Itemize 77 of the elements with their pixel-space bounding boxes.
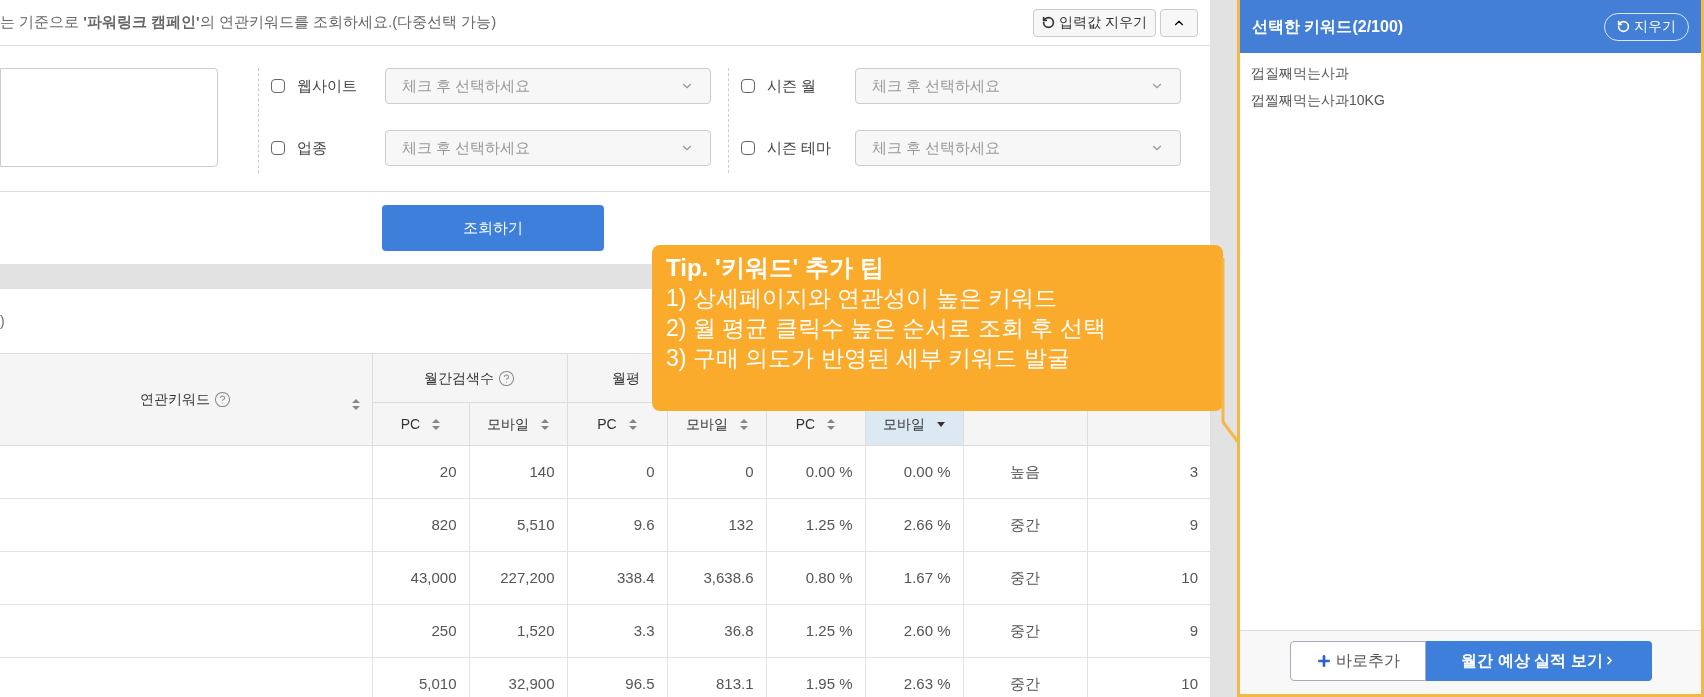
- sort-icon: [541, 418, 549, 430]
- quick-add-button[interactable]: 바로추가: [1289, 640, 1426, 681]
- table-cell: 0: [667, 445, 766, 499]
- sort-icon: [351, 399, 360, 410]
- table-cell: 중간: [963, 657, 1087, 697]
- filter-label: 시즌 월: [767, 75, 818, 96]
- sortable-column-header[interactable]: PC: [372, 402, 469, 446]
- table-header-cell: 월간검색수: [372, 353, 567, 403]
- table-cell: 227,200: [469, 551, 567, 605]
- table-cell: 2.60 %: [865, 604, 963, 658]
- table-cell: 36.8: [667, 604, 766, 658]
- filter-checkbox[interactable]: [741, 141, 755, 155]
- table-cell: 2.66 %: [865, 498, 963, 552]
- filter-label: 웹사이트: [297, 75, 358, 96]
- selected-keyword[interactable]: 껍질째먹는사과: [1251, 63, 1690, 84]
- table-cell: 0.00 %: [766, 445, 865, 499]
- table-cell: 3,638.6: [667, 551, 766, 605]
- filter-checkbox[interactable]: [271, 141, 285, 155]
- tip-line: 1) 상세페이지와 연관성이 높은 키워드: [666, 284, 1058, 313]
- table-cell: 813.1: [667, 657, 766, 697]
- table-cell: 9.6: [567, 498, 667, 552]
- table-cell: 1.25 %: [766, 604, 865, 658]
- table-cell: 2.63 %: [865, 657, 963, 697]
- table-cell: 중간: [963, 551, 1087, 605]
- sortable-column-header[interactable]: 모바일: [469, 402, 567, 446]
- filter-checkbox[interactable]: [741, 79, 755, 93]
- table-cell: 3: [1087, 445, 1210, 499]
- table-cell: 높음: [963, 445, 1087, 499]
- table-cell: 0.00 %: [865, 445, 963, 499]
- search-button[interactable]: 조회하기: [382, 205, 604, 251]
- table-cell: 3.3: [567, 604, 667, 658]
- table-cell: 0.80 %: [766, 551, 865, 605]
- sort-descending-icon: [937, 421, 945, 427]
- table-cell: 10: [1087, 551, 1210, 605]
- table-cell: 5,510: [469, 498, 567, 552]
- table-cell: 중간: [963, 604, 1087, 658]
- plus-icon: [1315, 652, 1332, 669]
- filter-label: 시즌 테마: [767, 137, 833, 158]
- table-header-cell[interactable]: 연관키워드: [0, 353, 372, 446]
- filter-checkbox[interactable]: [271, 79, 285, 93]
- selected-keyword[interactable]: 껍찔째먹는사과10KG: [1251, 90, 1690, 111]
- table-cell: 9: [1087, 498, 1210, 552]
- panel-title: 선택한 키워드(2/100): [1252, 16, 1404, 37]
- table-cell: 20: [372, 445, 469, 499]
- help-icon[interactable]: [214, 391, 232, 408]
- help-icon[interactable]: [498, 369, 515, 387]
- reset-icon: [1042, 16, 1056, 29]
- table-cell: 중간: [963, 498, 1087, 552]
- table-cell: 43,000: [372, 551, 469, 605]
- table-cell: 1.25 %: [766, 498, 865, 552]
- sort-icon: [739, 418, 748, 430]
- forecast-button[interactable]: 월간 예상 실적 보기: [1425, 640, 1652, 681]
- reset-icon: [1617, 20, 1630, 33]
- table-cell: 32,900: [469, 657, 567, 697]
- table-cell: 132: [667, 498, 766, 552]
- tip-line: 2) 월 평균 클릭수 높은 순서로 조회 후 선택: [666, 314, 1107, 343]
- table-cell: 1,520: [469, 604, 567, 658]
- table-cell: 820: [372, 498, 469, 552]
- table-cell: 0: [567, 445, 667, 499]
- reset-input-button[interactable]: 입력값 지우기: [1033, 8, 1156, 37]
- sort-icon: [827, 418, 836, 430]
- table-cell: 140: [469, 445, 567, 499]
- table-cell: 9: [1087, 604, 1210, 658]
- table-cell: 1.67 %: [865, 551, 963, 605]
- instruction-text: 는 기준으로 '파워링크 캠페인'의 연관키워드를 조회하세요.(다중선택 가능): [0, 12, 497, 33]
- results-summary-text: ): [0, 311, 5, 331]
- sort-icon: [628, 418, 637, 430]
- table-cell: 1.95 %: [766, 657, 865, 697]
- table-cell: 250: [372, 604, 469, 658]
- table-cell: 338.4: [567, 551, 667, 605]
- table-cell: 10: [1087, 657, 1210, 697]
- keyword-input-area[interactable]: [0, 68, 218, 167]
- filter-label: 업종: [297, 137, 328, 158]
- tip-title: Tip. '키워드' 추가 팁: [666, 253, 885, 283]
- sort-icon: [432, 418, 441, 430]
- table-cell: 5,010: [372, 657, 469, 697]
- table-cell: 96.5: [567, 657, 667, 697]
